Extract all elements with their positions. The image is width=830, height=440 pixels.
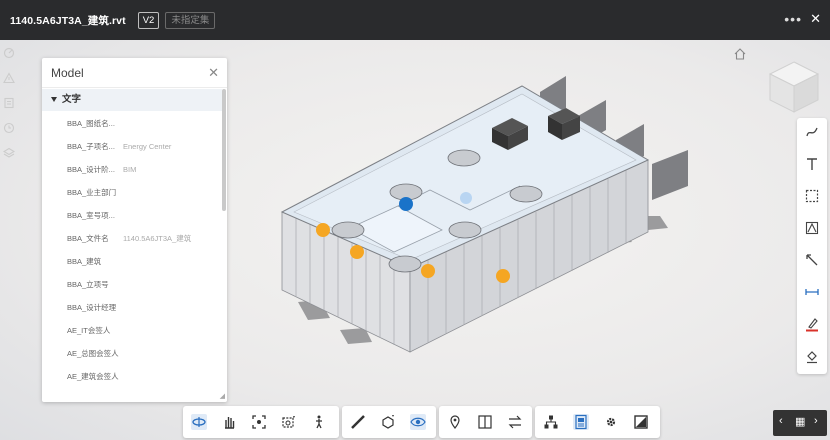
next-icon[interactable]: ›	[814, 415, 818, 427]
list-item[interactable]: BBA_子项名... Energy Center	[42, 135, 222, 158]
split-view-icon[interactable]	[477, 414, 493, 430]
panel-title: Model	[42, 58, 227, 88]
fullscreen-icon[interactable]	[633, 414, 649, 430]
orbit-icon[interactable]	[191, 414, 207, 430]
arrow-icon[interactable]	[804, 252, 820, 268]
unlink-button[interactable]: 未指定集	[165, 11, 216, 29]
file-name: 1140.5A6JT3A_建筑.rvt	[10, 14, 126, 27]
more-icon[interactable]: •••	[784, 11, 802, 27]
markup-icon[interactable]	[3, 47, 15, 59]
section-icon[interactable]	[380, 414, 396, 430]
list-item[interactable]: BBA_建筑	[42, 250, 222, 273]
close-icon[interactable]: ✕	[810, 11, 821, 27]
version-badge[interactable]: V2	[137, 11, 160, 29]
list-item[interactable]: BBA_图纸名...	[42, 112, 222, 135]
clock-icon[interactable]	[3, 122, 15, 134]
list-item[interactable]: BBA_立项号	[42, 273, 222, 296]
location-icon[interactable]	[447, 414, 463, 430]
issue-marker[interactable]	[460, 192, 472, 204]
home-icon[interactable]	[733, 47, 747, 61]
list-item[interactable]: BBA_文件名 1140.5A6JT3A_建筑	[42, 227, 222, 250]
measure-icon[interactable]	[804, 284, 820, 300]
title-bar: 1140.5A6JT3A_建筑.rvt V2 未指定集 ••• ✕	[0, 0, 830, 40]
pen-color-icon[interactable]	[804, 316, 820, 332]
scrollbar[interactable]	[222, 89, 226, 211]
properties-icon[interactable]	[573, 414, 589, 430]
list-item[interactable]: AE_建筑会签人	[42, 365, 222, 388]
view-cube[interactable]	[766, 58, 822, 116]
issue-marker[interactable]	[421, 264, 435, 278]
model-panel: Model ✕ 文字 BBA_图纸名... BBA_子项名... Energy C…	[42, 58, 227, 402]
list-item[interactable]: AE_总图会签人	[42, 342, 222, 365]
fit-view-icon[interactable]	[251, 414, 267, 430]
text-icon[interactable]	[804, 156, 820, 172]
page-navigator: ‹ ▦ ›	[773, 410, 827, 436]
issue-marker[interactable]	[316, 223, 330, 237]
freehand-icon[interactable]	[804, 124, 820, 140]
tools-toolbar	[342, 406, 436, 438]
markup-toolbar	[797, 118, 827, 374]
issue-marker[interactable]	[350, 245, 364, 259]
grid-icon[interactable]: ▦	[795, 415, 805, 428]
list-item[interactable]: BBA_业主部门	[42, 181, 222, 204]
pan-icon[interactable]	[221, 414, 237, 430]
tree-root[interactable]: 文字	[42, 89, 222, 111]
navigation-toolbar	[183, 406, 339, 438]
close-icon[interactable]: ✕	[208, 65, 219, 81]
swap-icon[interactable]	[507, 414, 523, 430]
tree-root-label: 文字	[62, 94, 82, 105]
fin	[652, 150, 688, 200]
gear-icon[interactable]	[603, 414, 619, 430]
layers-icon[interactable]	[3, 147, 15, 159]
expand-icon[interactable]	[51, 97, 57, 102]
polygon-icon[interactable]	[804, 220, 820, 236]
prev-icon[interactable]: ‹	[779, 415, 783, 427]
list-item[interactable]: BBA_设计经理	[42, 296, 222, 319]
warning-icon[interactable]	[3, 72, 15, 84]
fill-icon[interactable]	[804, 348, 820, 364]
issue-marker[interactable]	[399, 197, 413, 211]
list-item[interactable]: BBA_室号项...	[42, 204, 222, 227]
list-item[interactable]: AE_IT会签人	[42, 319, 222, 342]
camera-icon[interactable]	[281, 414, 297, 430]
model-tree-icon[interactable]	[543, 414, 559, 430]
resize-handle-icon[interactable]: ◢	[220, 392, 225, 400]
visibility-icon[interactable]	[410, 414, 426, 430]
rectangle-icon[interactable]	[804, 188, 820, 204]
walk-icon[interactable]	[311, 414, 327, 430]
document-icon[interactable]	[3, 97, 15, 109]
issue-marker[interactable]	[496, 269, 510, 283]
settings-toolbar	[535, 406, 660, 438]
list-item[interactable]: BBA_设计阶... BIM	[42, 158, 222, 181]
view-toolbar	[439, 406, 532, 438]
ruler-icon[interactable]	[350, 414, 366, 430]
